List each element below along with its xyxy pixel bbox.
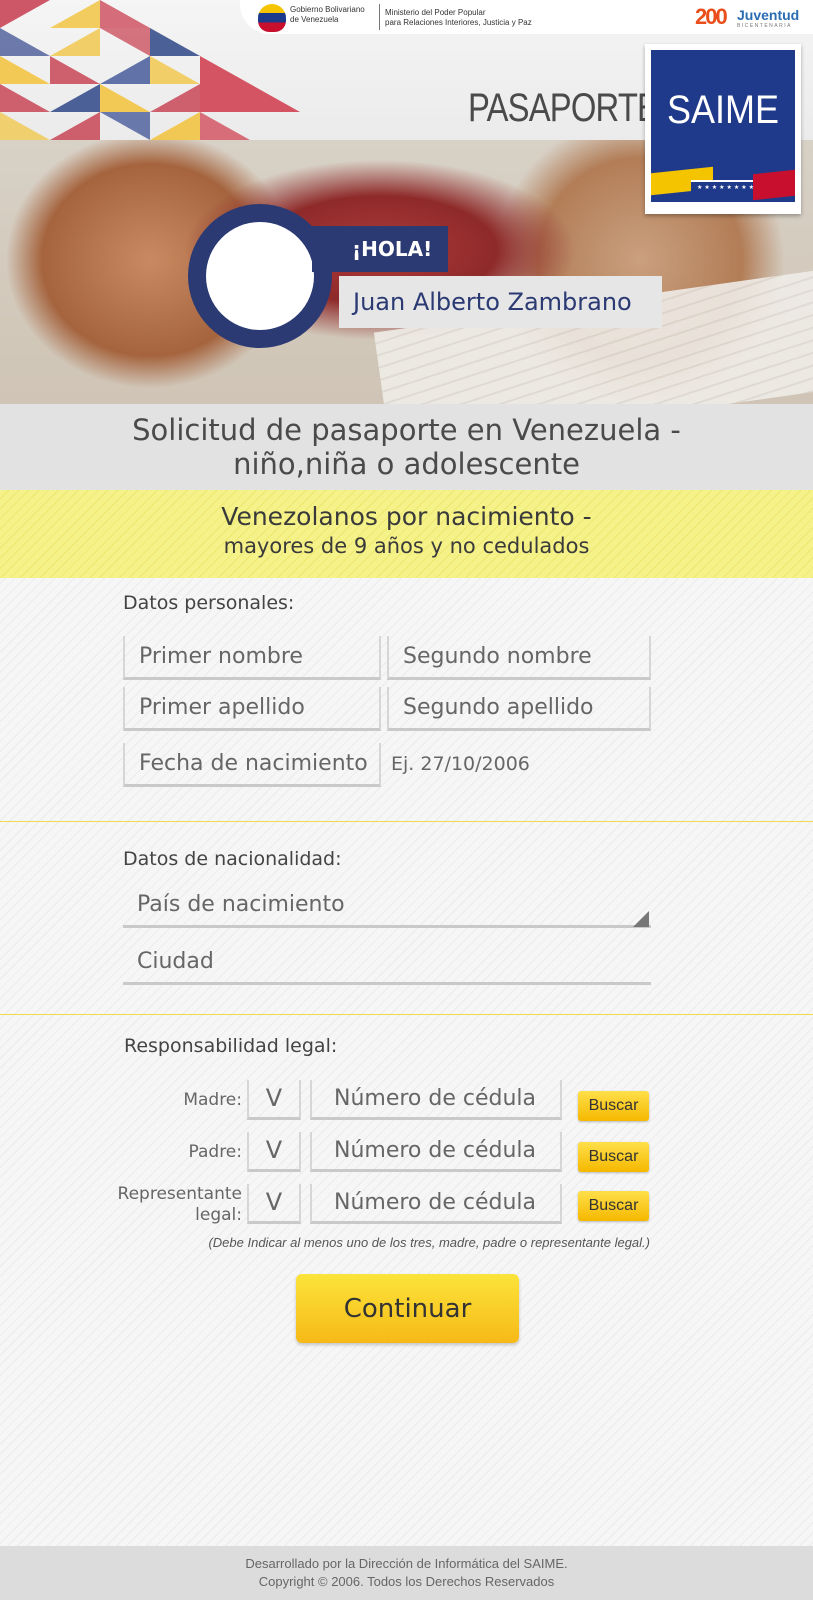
gov-separator [379,4,380,30]
page-title: Solicitud de pasaporte en Venezuela - ni… [0,404,813,490]
footer-line2: Copyright © 2006. Todos los Derechos Res… [258,1574,555,1589]
juventud-sub: BICENTENARIA [737,23,792,29]
father-id-field[interactable] [310,1132,562,1172]
father-search-button[interactable]: Buscar [578,1142,649,1172]
mother-nationality-prefix[interactable]: V [247,1080,301,1120]
gov-logo-line1: Gobierno Bolivariano [290,5,365,14]
representative-nationality-prefix[interactable]: V [247,1184,301,1224]
user-name: Juan Alberto Zambrano [339,276,662,328]
juventud-number: 200 [695,4,728,29]
section-divider [0,1014,813,1015]
saime-flag-red [753,169,795,201]
mother-label: Madre: [183,1090,242,1110]
nationality-section-title: Datos de nacionalidad: [123,848,342,870]
page-title-line2: niño,niña o adolescente [233,447,580,481]
gov-logo-line2: de Venezuela [290,15,339,24]
first-surname-field[interactable] [123,687,381,731]
city-field[interactable] [123,941,651,985]
legal-section-title: Responsabilidad legal: [124,1035,338,1057]
saime-stars-icon: ★★★★★★★★ [697,184,757,191]
second-name-field[interactable] [387,636,651,680]
hero-banner: Gobierno Bolivariano de Venezuela Minist… [0,0,813,404]
personal-section-title: Datos personales: [123,592,295,614]
second-surname-field[interactable] [387,687,651,731]
continue-button[interactable]: Continuar [296,1274,519,1343]
mother-search-button[interactable]: Buscar [578,1091,649,1121]
page-subtitle-line1: Venezolanos por nacimiento - [221,502,592,531]
footer: Desarrollado por la Dirección de Informá… [0,1546,813,1600]
greeting: ¡HOLA! [312,226,448,272]
page-title-line1: Solicitud de pasaporte en Venezuela - [132,413,681,447]
country-select-input[interactable] [123,884,651,928]
saime-logo-text: SAIME [666,88,780,132]
footer-line1: Desarrollado por la Dirección de Informá… [245,1556,568,1571]
mother-id-field[interactable] [310,1080,562,1120]
saime-logo: SAIME ★★★★★★★★ [645,44,801,214]
representative-search-button[interactable]: Buscar [578,1191,649,1221]
ministry-line1: Ministerio del Poder Popular [385,8,486,17]
saime-logo-panel: SAIME ★★★★★★★★ [651,50,795,202]
father-label: Padre: [188,1142,243,1162]
page-label: PASAPORTE [468,86,659,130]
ministry-text: Ministerio del Poder Popular para Relaci… [385,8,532,28]
dropdown-arrow-icon[interactable] [633,911,649,927]
legal-note: (Debe Indicar al menos uno de los tres, … [208,1235,650,1250]
first-name-field[interactable] [123,636,381,680]
page-subtitle-line2: mayores de 9 años y no cedulados [223,534,590,558]
juventud-text: Juventud [737,7,800,23]
representative-label: Representante legal: [117,1184,242,1225]
government-shield-icon [258,4,286,32]
avatar[interactable] [206,222,314,330]
juventud-logo: 200 Juventud BICENTENARIA [695,4,805,32]
father-nationality-prefix[interactable]: V [247,1132,301,1172]
country-select[interactable] [123,884,651,930]
government-logo-text: Gobierno Bolivariano de Venezuela [290,5,365,25]
page-subtitle: Venezolanos por nacimiento - mayores de … [0,490,813,578]
birthdate-field[interactable] [123,743,381,787]
section-divider [0,821,813,822]
ministry-line2: para Relaciones Interiores, Justicia y P… [385,18,532,27]
representative-id-field[interactable] [310,1184,562,1224]
birthdate-hint: Ej. 27/10/2006 [391,753,530,775]
